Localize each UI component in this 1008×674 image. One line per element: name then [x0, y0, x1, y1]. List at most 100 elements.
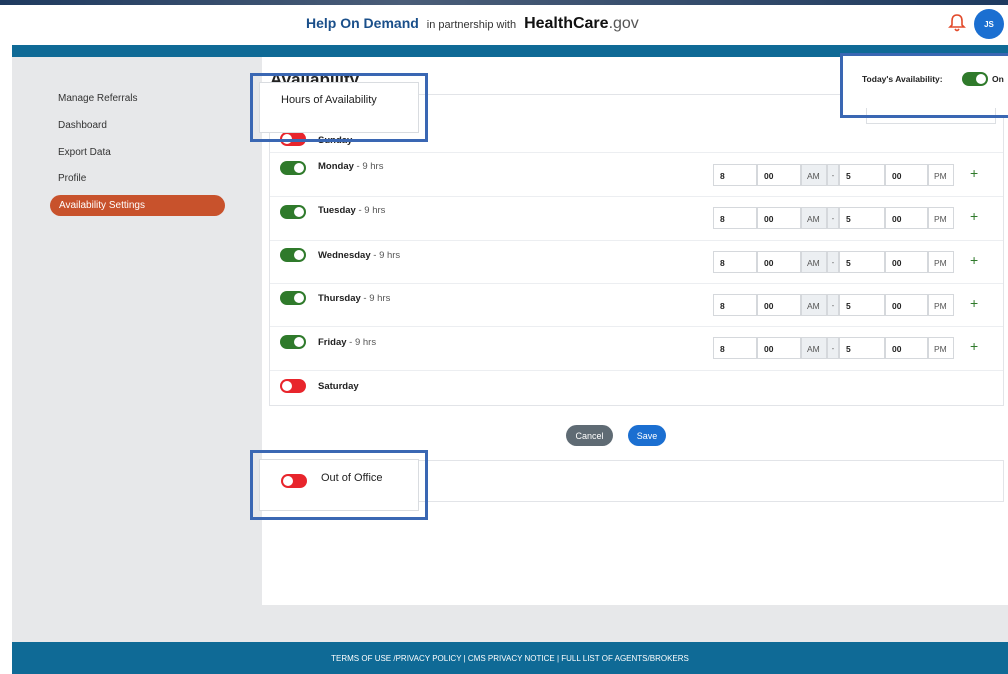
saturday-toggle[interactable] — [280, 379, 306, 393]
day-name: Wednesday — [318, 250, 371, 261]
start-hour-input[interactable]: 8 — [713, 207, 757, 229]
day-row-monday: Monday - 9 hrs 8 00 AM - 5 00 PM + — [270, 152, 1003, 196]
sidebar-item-manage-referrals[interactable]: Manage Referrals — [58, 93, 137, 104]
toggle-knob — [294, 293, 304, 303]
start-hour-input[interactable]: 8 — [713, 294, 757, 316]
toggle-knob — [294, 207, 304, 217]
start-ampm-select[interactable]: AM — [801, 337, 827, 359]
monday-toggle[interactable] — [280, 161, 306, 175]
brand-name: Help On Demand — [306, 15, 419, 31]
end-hour-input[interactable]: 5 — [839, 337, 885, 359]
start-minute-input[interactable]: 00 — [757, 251, 801, 273]
toggle-knob — [282, 381, 292, 391]
start-minute-input[interactable]: 00 — [757, 207, 801, 229]
time-separator: - — [827, 337, 839, 359]
todays-availability-toggle[interactable] — [962, 72, 988, 86]
tuesday-toggle[interactable] — [280, 205, 306, 219]
day-hours: - 9 hrs — [353, 161, 384, 172]
save-button[interactable]: Save — [628, 425, 666, 446]
healthcare-gov-suffix: .gov — [608, 15, 639, 32]
start-hour-input[interactable]: 8 — [713, 164, 757, 186]
day-hours: - 9 hrs — [355, 205, 386, 216]
time-separator: - — [827, 251, 839, 273]
friday-toggle[interactable] — [280, 335, 306, 349]
end-hour-input[interactable]: 5 — [839, 207, 885, 229]
end-hour-input[interactable]: 5 — [839, 294, 885, 316]
end-ampm-select[interactable]: PM — [928, 251, 954, 273]
start-minute-input[interactable]: 00 — [757, 164, 801, 186]
todays-availability-state: On — [992, 74, 1004, 84]
day-hours: - 9 hrs — [360, 293, 391, 304]
end-hour-input[interactable]: 5 — [839, 251, 885, 273]
end-ampm-select[interactable]: PM — [928, 337, 954, 359]
start-ampm-select[interactable]: AM — [801, 164, 827, 186]
toggle-knob — [294, 337, 304, 347]
bell-icon[interactable] — [948, 13, 966, 33]
add-time-range-icon[interactable]: + — [970, 165, 978, 181]
toggle-knob — [294, 163, 304, 173]
brand-partner-text: in partnership with — [426, 19, 517, 31]
highlight-out-of-office: Out of Office — [250, 450, 428, 520]
day-row-thursday: Thursday - 9 hrs 8 00 AM - 5 00 PM + — [270, 283, 1003, 327]
start-ampm-select[interactable]: AM — [801, 251, 827, 273]
brand-logo: Help On Demand in partnership with Healt… — [306, 15, 639, 33]
day-row-wednesday: Wednesday - 9 hrs 8 00 AM - 5 00 PM + — [270, 240, 1003, 284]
day-name: Saturday — [318, 381, 359, 392]
healthcare-logo: HealthCare — [524, 15, 609, 32]
day-hours: - 9 hrs — [346, 337, 377, 348]
add-time-range-icon[interactable]: + — [970, 252, 978, 268]
day-row-friday: Friday - 9 hrs 8 00 AM - 5 00 PM + — [270, 326, 1003, 370]
avatar[interactable]: JS — [974, 9, 1004, 39]
time-separator: - — [827, 294, 839, 316]
day-label-tuesday: Tuesday - 9 hrs — [318, 205, 385, 216]
add-time-range-icon[interactable]: + — [970, 295, 978, 311]
day-label-wednesday: Wednesday - 9 hrs — [318, 250, 400, 261]
day-name: Tuesday — [318, 205, 356, 216]
footer-links[interactable]: TERMS OF USE /PRIVACY POLICY | CMS PRIVA… — [331, 654, 689, 663]
day-row-saturday: Saturday — [270, 370, 1003, 406]
start-minute-input[interactable]: 00 — [757, 294, 801, 316]
start-hour-input[interactable]: 8 — [713, 337, 757, 359]
end-minute-input[interactable]: 00 — [885, 337, 928, 359]
end-minute-input[interactable]: 00 — [885, 164, 928, 186]
left-edge — [0, 5, 12, 674]
out-of-office-toggle[interactable] — [281, 474, 307, 488]
add-time-range-icon[interactable]: + — [970, 208, 978, 224]
sidebar-item-availability-settings[interactable]: Availability Settings — [50, 195, 225, 216]
end-minute-input[interactable]: 00 — [885, 251, 928, 273]
day-label-saturday: Saturday — [318, 381, 359, 392]
day-hours: - 9 hrs — [370, 250, 401, 261]
start-hour-input[interactable]: 8 — [713, 251, 757, 273]
toggle-knob — [294, 250, 304, 260]
day-label-thursday: Thursday - 9 hrs — [318, 293, 390, 304]
day-name: Thursday — [318, 293, 361, 304]
hours-heading-box: Hours of Availability — [259, 82, 419, 133]
start-minute-input[interactable]: 00 — [757, 337, 801, 359]
end-minute-input[interactable]: 00 — [885, 207, 928, 229]
wednesday-toggle[interactable] — [280, 248, 306, 262]
end-ampm-select[interactable]: PM — [928, 207, 954, 229]
end-minute-input[interactable]: 00 — [885, 294, 928, 316]
start-ampm-select[interactable]: AM — [801, 207, 827, 229]
time-separator: - — [827, 164, 839, 186]
highlight-hours-heading: Hours of Availability — [250, 73, 428, 142]
toggle-knob — [283, 476, 293, 486]
day-name: Friday — [318, 337, 347, 348]
toggle-knob — [976, 74, 986, 84]
cancel-button[interactable]: Cancel — [566, 425, 613, 446]
main-bottom-area — [262, 605, 1008, 642]
time-separator: - — [827, 207, 839, 229]
add-time-range-icon[interactable]: + — [970, 338, 978, 354]
thursday-toggle[interactable] — [280, 291, 306, 305]
hours-of-availability-heading: Hours of Availability — [281, 94, 377, 106]
start-ampm-select[interactable]: AM — [801, 294, 827, 316]
sidebar-item-profile[interactable]: Profile — [58, 173, 86, 184]
sidebar-item-dashboard[interactable]: Dashboard — [58, 120, 107, 131]
app-header: Help On Demand in partnership with Healt… — [12, 5, 1008, 45]
end-ampm-select[interactable]: PM — [928, 164, 954, 186]
day-label-friday: Friday - 9 hrs — [318, 337, 376, 348]
end-ampm-select[interactable]: PM — [928, 294, 954, 316]
sidebar-item-export-data[interactable]: Export Data — [58, 147, 111, 158]
end-hour-input[interactable]: 5 — [839, 164, 885, 186]
sidebar: Manage Referrals Dashboard Export Data P… — [12, 57, 262, 642]
